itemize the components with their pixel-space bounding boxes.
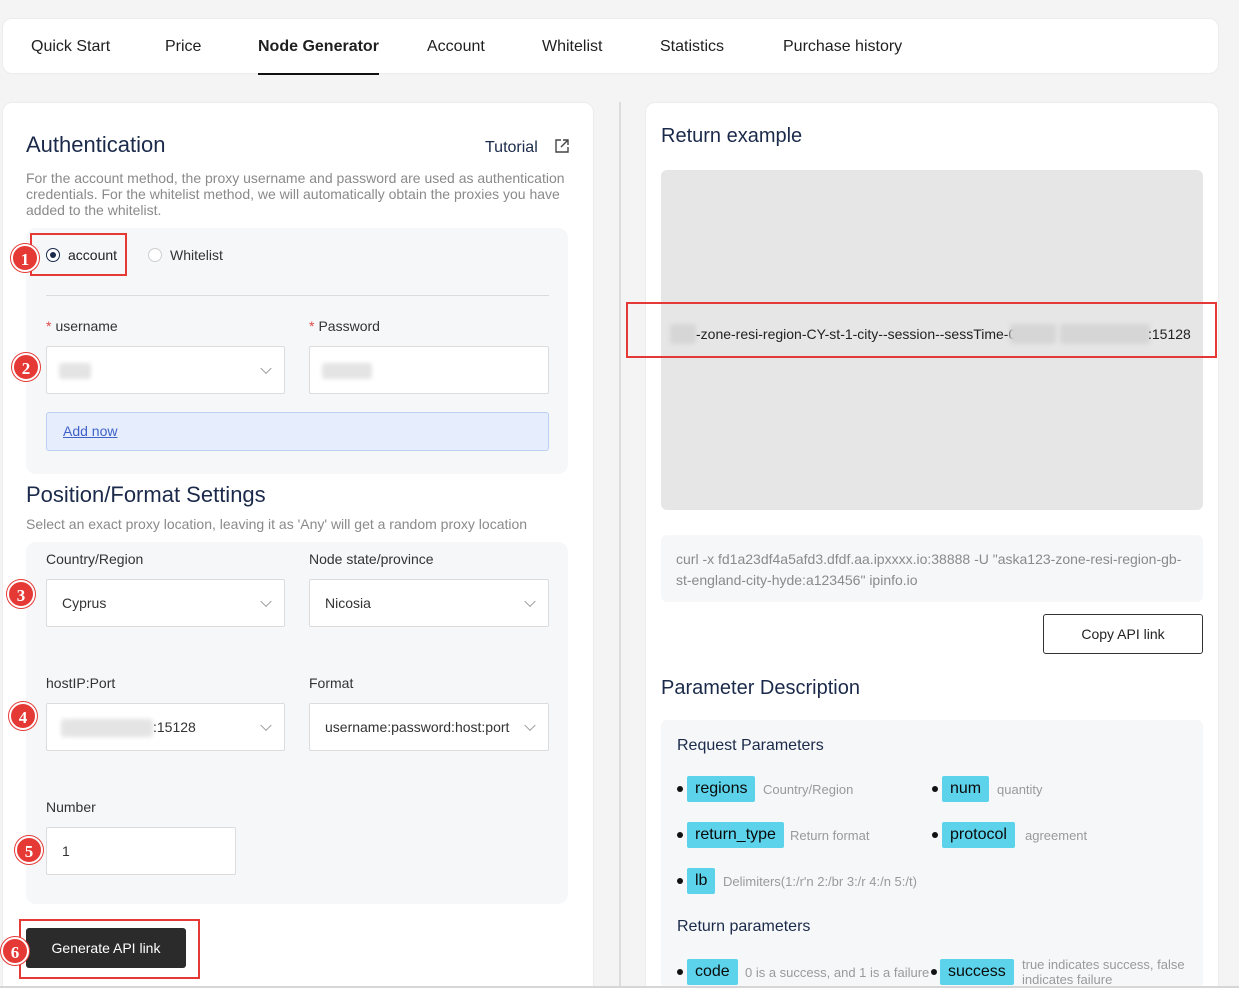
parameter-box (661, 720, 1203, 988)
bullet (677, 969, 683, 975)
bullet (931, 969, 937, 975)
bullet (677, 832, 683, 838)
return-pass-redacted (1010, 324, 1056, 344)
param-lb-desc: Delimiters(1:/r'n 2:/br 3:/r 4:/n 5:/t) (723, 874, 917, 889)
param-return-type-tag: return_type (687, 822, 784, 848)
annotation-badge-6: 6 (1, 937, 29, 965)
tutorial-label: Tutorial (485, 139, 538, 156)
username-select[interactable] (46, 346, 285, 394)
auth-description: For the account method, the proxy userna… (26, 170, 565, 218)
param-lb-tag: lb (687, 868, 716, 894)
param-regions-tag: regions (687, 776, 756, 802)
param-protocol-tag: protocol (942, 822, 1015, 848)
state-select[interactable]: Nicosia (309, 579, 549, 627)
param-code-desc: 0 is a success, and 1 is a failure (745, 965, 930, 980)
country-select[interactable]: Cyprus (46, 579, 285, 627)
bullet (677, 878, 683, 884)
panel-divider (619, 102, 621, 988)
position-title: Position/Format Settings (26, 482, 266, 507)
param-regions-desc: Country/Region (763, 782, 854, 797)
chevron-down-icon (260, 362, 272, 375)
bullet (932, 786, 938, 792)
tab-purchase-history[interactable]: Purchase history (783, 19, 902, 75)
param-success-tag: success (940, 959, 1014, 985)
annotation-badge-1: 1 (11, 244, 39, 272)
return-line-text: -zone-resi-region-CY-st-1-city--session-… (696, 326, 1021, 342)
param-num-desc: quantity (997, 782, 1043, 797)
tab-statistics[interactable]: Statistics (660, 19, 724, 75)
bullet (932, 832, 938, 838)
tab-node-generator[interactable]: Node Generator (258, 19, 379, 75)
username-label: * username (46, 318, 118, 334)
parameter-description-title: Parameter Description (661, 677, 860, 699)
radio-whitelist-dot (148, 248, 162, 262)
return-example-title: Return example (661, 125, 803, 147)
format-select[interactable]: username:password:host:port (309, 703, 549, 751)
number-label: Number (46, 799, 96, 815)
host-port-value: :15128 (153, 719, 196, 735)
copy-api-link-button[interactable]: Copy API link (1043, 614, 1203, 654)
return-host-redacted (1060, 324, 1150, 344)
radio-whitelist-label: Whitelist (170, 247, 223, 263)
annotation-badge-5: 5 (15, 836, 43, 864)
top-nav: Quick Start Price Node Generator Account… (2, 18, 1219, 75)
chevron-down-icon (260, 719, 272, 732)
host-label: hostIP:Port (46, 675, 116, 691)
number-value: 1 (62, 843, 70, 859)
chevron-down-icon (524, 719, 536, 732)
country-value: Cyprus (62, 595, 107, 611)
password-redacted (322, 363, 372, 379)
return-user-redacted (670, 324, 696, 344)
add-now-link[interactable]: Add now (63, 423, 117, 439)
host-select[interactable]: :15128 (46, 703, 285, 751)
radio-account-label: account (68, 247, 118, 263)
add-now-bar: Add now (46, 412, 549, 451)
request-parameters-title: Request Parameters (677, 737, 824, 754)
password-field[interactable] (309, 346, 549, 394)
tab-quick-start[interactable]: Quick Start (31, 19, 110, 75)
param-code-tag: code (687, 959, 738, 985)
position-description: Select an exact proxy location, leaving … (26, 516, 528, 532)
radio-account-dot (46, 248, 60, 262)
format-label: Format (309, 675, 354, 691)
return-port-text: :15128 (1148, 326, 1191, 342)
password-label: * Password (309, 318, 380, 334)
param-return-type-desc: Return format (790, 828, 870, 843)
chevron-down-icon (524, 595, 536, 608)
param-success-desc: true indicates success, false indicates … (1022, 957, 1185, 987)
tab-whitelist[interactable]: Whitelist (542, 19, 602, 75)
country-label: Country/Region (46, 551, 144, 567)
annotation-badge-3: 3 (7, 580, 35, 608)
annotation-badge-4: 4 (9, 702, 37, 730)
generate-api-link-button[interactable]: Generate API link (26, 928, 186, 968)
auth-separator (46, 295, 549, 296)
format-value: username:password:host:port (325, 719, 510, 735)
param-protocol-desc: agreement (1025, 828, 1088, 843)
curl-command: curl -x fd1a23df4a5afd3.dfdf.aa.ipxxxx.i… (676, 551, 1182, 588)
annotation-badge-2: 2 (12, 353, 40, 381)
chevron-down-icon (260, 595, 272, 608)
tab-price[interactable]: Price (165, 19, 201, 75)
host-ip-redacted (61, 719, 153, 737)
bullet (677, 786, 683, 792)
external-link-icon (555, 139, 569, 153)
curl-box: curl -x fd1a23df4a5afd3.dfdf.aa.ipxxxx.i… (661, 535, 1203, 602)
username-redacted (59, 363, 91, 379)
auth-title: Authentication (26, 132, 166, 157)
tab-account[interactable]: Account (427, 19, 485, 75)
state-label: Node state/province (309, 551, 434, 567)
return-parameters-title: Return parameters (677, 918, 811, 935)
tutorial-link[interactable]: Tutorial (485, 138, 570, 157)
param-num-tag: num (942, 776, 990, 802)
number-input[interactable]: 1 (46, 827, 236, 875)
state-value: Nicosia (325, 595, 371, 611)
